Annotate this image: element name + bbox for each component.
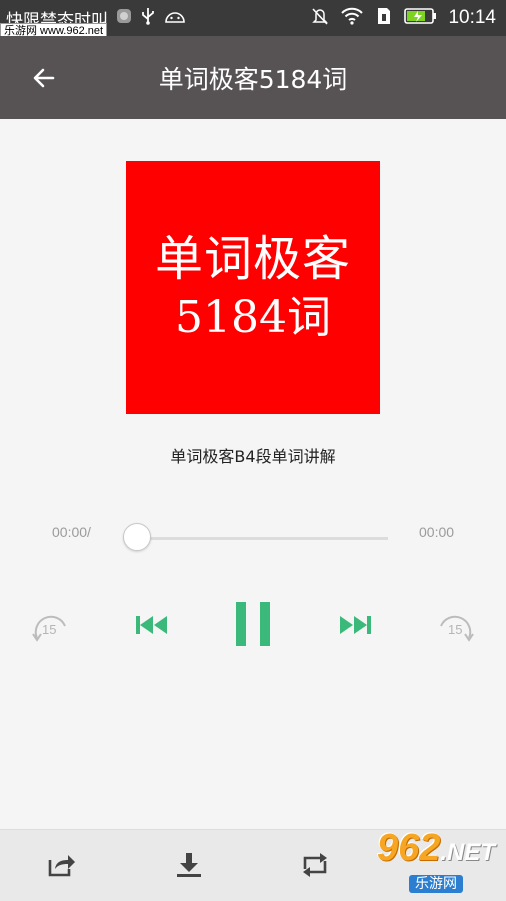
cover-title-line2: 5184词 <box>175 291 331 343</box>
rewind-seconds-label: 15 <box>42 622 57 637</box>
usb-icon <box>140 7 156 30</box>
share-button[interactable] <box>45 848 79 882</box>
repeat-button[interactable] <box>298 848 332 882</box>
watermark-bottom: 962.NET 乐游网 <box>368 821 504 899</box>
total-time: 00:00 <box>419 524 455 540</box>
forward-15-button[interactable]: 15 <box>434 608 478 644</box>
battery-charging-icon <box>404 7 438 29</box>
page-title: 单词极客5184词 <box>158 64 348 94</box>
current-time: 00:00/ <box>52 524 91 540</box>
forward-seconds-label: 15 <box>448 622 463 637</box>
share-icon <box>48 855 75 877</box>
track-title: 单词极客B4段单词讲解 <box>170 447 336 466</box>
watermark-logo: 962.NET <box>377 828 495 873</box>
mute-icon <box>310 6 330 30</box>
pause-button[interactable] <box>234 600 272 648</box>
album-cover: 单词极客 5184词 <box>126 161 380 414</box>
rewind-15-button[interactable]: 15 <box>28 608 72 644</box>
arrow-left-icon <box>33 68 55 88</box>
repeat-icon <box>303 853 327 877</box>
next-track-button[interactable] <box>337 612 373 638</box>
skip-next-icon <box>340 616 371 634</box>
wifi-icon <box>340 6 364 30</box>
sim-icon <box>374 6 394 30</box>
previous-track-button[interactable] <box>134 612 170 638</box>
seek-bar[interactable] <box>138 537 388 540</box>
status-time: 10:14 <box>448 7 496 28</box>
seek-thumb[interactable] <box>123 523 151 551</box>
title-bar: 单词极客5184词 <box>0 36 506 119</box>
cover-title-line1: 单词极客 <box>154 230 351 287</box>
watermark-logo-suffix: .NET <box>440 838 496 866</box>
status-right: 10:14 <box>310 6 496 30</box>
back-button[interactable] <box>22 56 66 100</box>
android-debug-icon <box>164 8 186 29</box>
watermark-logo-number: 962 <box>376 826 441 869</box>
notification-dot-icon <box>116 8 132 29</box>
pause-icon <box>236 602 270 646</box>
download-button[interactable] <box>172 848 206 882</box>
download-icon <box>177 853 201 877</box>
watermark-subtitle: 乐游网 <box>409 874 463 893</box>
skip-previous-icon <box>136 616 167 634</box>
status-bar: 快限禁态时叫 10:14 乐游网 www.962.net <box>0 0 506 39</box>
